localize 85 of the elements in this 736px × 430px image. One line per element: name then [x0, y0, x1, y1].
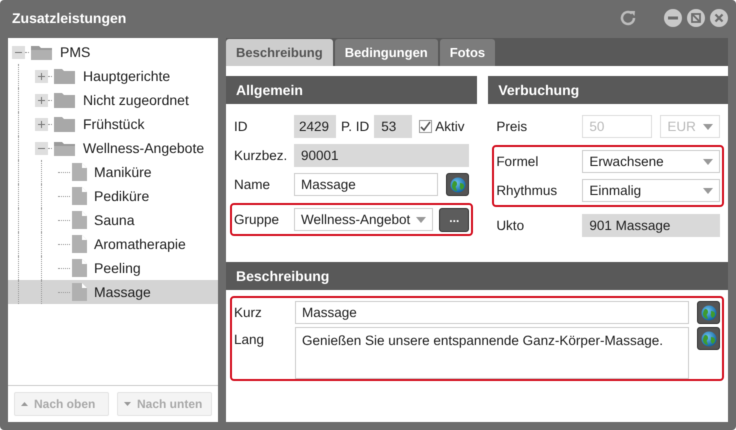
- dropdown-caret-icon: [703, 158, 713, 164]
- text-field[interactable]: Massage: [295, 301, 689, 324]
- parent-id-field: 53: [374, 115, 412, 138]
- id-field: 2429: [294, 115, 336, 138]
- field-label: Kurzbez.: [234, 148, 288, 163]
- tree-row[interactable]: Wellness-Angebote: [8, 136, 218, 160]
- document-icon: [72, 259, 87, 277]
- readonly-field: 90001: [294, 144, 470, 167]
- tree-folder[interactable]: Wellness-Angebote: [80, 140, 208, 156]
- expander-icon[interactable]: [35, 118, 48, 130]
- tree-item[interactable]: Sauna: [91, 212, 138, 228]
- field-label: Gruppe: [234, 212, 280, 227]
- dropdown-caret-icon: [416, 216, 426, 222]
- expander-icon[interactable]: [35, 94, 48, 106]
- globe-icon: [700, 330, 716, 346]
- close-icon[interactable]: [710, 9, 728, 27]
- tree-row[interactable]: Massage: [8, 280, 218, 304]
- folder-icon: [54, 68, 76, 84]
- refresh-icon[interactable]: [619, 9, 637, 27]
- dropdown-caret-icon: [703, 124, 713, 130]
- tree-item[interactable]: Massage: [91, 284, 154, 300]
- expander-icon[interactable]: [35, 142, 48, 154]
- tree-item[interactable]: Aromatherapie: [91, 236, 189, 252]
- tree-folder[interactable]: Nicht zugeordnet: [80, 92, 192, 108]
- field-label: Formel: [496, 154, 540, 169]
- tab[interactable]: Beschreibung: [226, 39, 333, 66]
- field-label: Ukto: [496, 218, 526, 233]
- globe-icon: [700, 304, 716, 320]
- tree-row[interactable]: Aromatherapie: [8, 232, 218, 256]
- readonly-field: 901 Massage: [582, 214, 720, 237]
- folder-icon: [54, 92, 76, 108]
- more-button[interactable]: ...: [439, 208, 470, 232]
- section-header: Allgemein: [226, 76, 478, 104]
- tree-row[interactable]: Nicht zugeordnet: [8, 88, 218, 112]
- tree-row[interactable]: Pediküre: [8, 184, 218, 208]
- folder-icon: [54, 116, 76, 132]
- document-icon: [72, 235, 87, 253]
- field-label: Name: [234, 177, 272, 192]
- window-title: Zusatzleistungen: [12, 10, 128, 26]
- folder-icon: [31, 44, 53, 60]
- field-label: Lang: [234, 331, 266, 347]
- field-label: Rhythmus: [496, 183, 558, 198]
- dropdown-caret-icon: [703, 188, 713, 194]
- tree-row[interactable]: Hauptgerichte: [8, 64, 218, 88]
- tree-folder[interactable]: PMS: [57, 44, 94, 60]
- expander-icon[interactable]: [35, 70, 48, 82]
- tree-item[interactable]: Pediküre: [91, 188, 152, 204]
- down-arrow-icon: [124, 402, 131, 406]
- tree-row[interactable]: Maniküre: [8, 160, 218, 184]
- field-label: Kurz: [234, 305, 263, 320]
- field-label: Preis: [496, 119, 528, 134]
- tree-folder[interactable]: Hauptgerichte: [80, 68, 174, 84]
- document-icon: [72, 211, 87, 229]
- tree-row[interactable]: PMS: [8, 40, 218, 64]
- tree-row[interactable]: Sauna: [8, 208, 218, 232]
- document-icon: [72, 163, 87, 181]
- text-area[interactable]: Genießen Sie unsere entspannende Ganz-Körper-Massage.: [295, 327, 689, 379]
- maximize-icon[interactable]: [687, 9, 705, 27]
- dropdown-field[interactable]: Wellness-Angebot: [294, 208, 434, 231]
- globe-icon: [450, 176, 466, 192]
- document-icon: [72, 187, 87, 205]
- up-arrow-icon: [21, 402, 28, 406]
- text-field[interactable]: Massage: [294, 173, 438, 196]
- field-label: P. ID: [340, 119, 370, 134]
- section-header: Verbuchung: [488, 76, 728, 104]
- translate-button[interactable]: [697, 301, 720, 324]
- dropdown-field[interactable]: Einmalig: [582, 179, 720, 202]
- tree-row[interactable]: Frühstück: [8, 112, 218, 136]
- checkbox-label: Aktiv: [435, 119, 465, 134]
- expander-icon[interactable]: [12, 46, 25, 58]
- section-header: Beschreibung: [226, 262, 728, 290]
- checkmark-icon: [420, 121, 432, 132]
- checkbox[interactable]: [419, 120, 432, 133]
- document-icon: [72, 283, 87, 301]
- tree-item[interactable]: Peeling: [91, 260, 144, 276]
- tab[interactable]: Bedingungen: [334, 39, 438, 66]
- folder-icon: [54, 140, 76, 156]
- translate-button[interactable]: [446, 173, 470, 196]
- tab[interactable]: Fotos: [440, 39, 496, 66]
- field-label: ID: [234, 119, 248, 134]
- tree-folder[interactable]: Frühstück: [80, 116, 148, 132]
- dropdown-field[interactable]: Erwachsene: [582, 150, 720, 173]
- tree-item[interactable]: Maniküre: [91, 164, 155, 180]
- minimize-icon[interactable]: [664, 9, 682, 27]
- translate-button[interactable]: [697, 327, 720, 350]
